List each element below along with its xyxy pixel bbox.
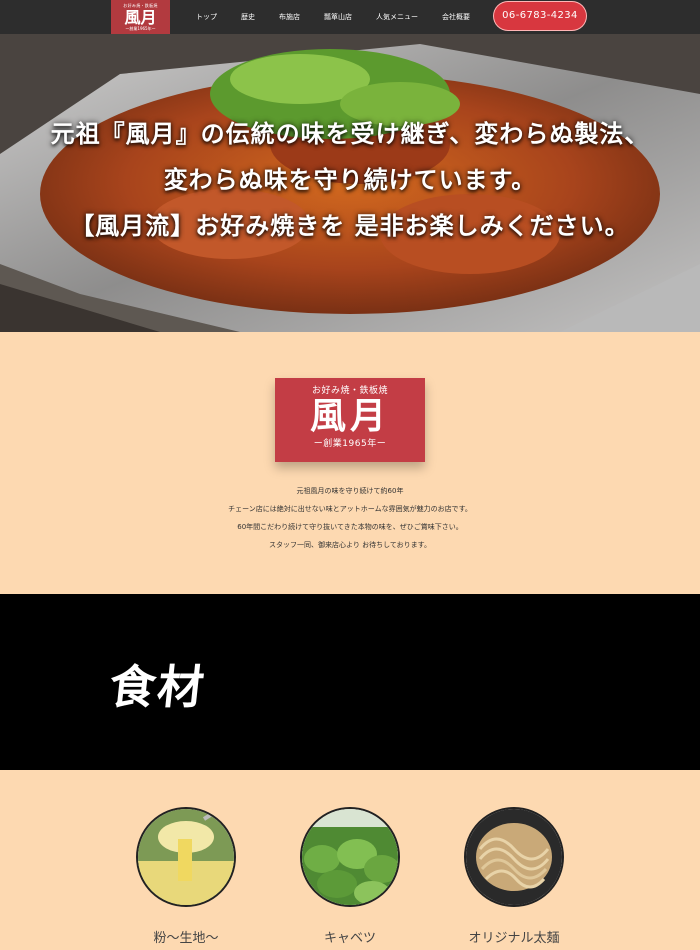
ingredient-item[interactable]: オリジナル太麺 (462, 807, 566, 946)
nav-item-popular-menu[interactable]: 人気メニュー (376, 0, 418, 34)
top-nav: お好み焼・鉄板焼 風月 ー創業1965年ー トップ 歴史 布施店 瓢箪山店 人気… (0, 0, 700, 34)
nav-item-hyotanyama-store[interactable]: 瓢箪山店 (324, 0, 352, 34)
hero-headline-3: 【風月流】お好み焼きを 是非お楽しみください。 (70, 212, 630, 240)
ingredient-label: オリジナル太麺 (468, 931, 560, 946)
section-title: 食材 (106, 660, 209, 714)
nav-logo-sub: ー創業1965年ー (125, 26, 156, 31)
section-band: 食材 (0, 594, 700, 770)
intro-section: お好み焼・鉄板焼 風月 ー創業1965年ー 元祖風月の味を守り続けて約60年 チ… (0, 332, 700, 594)
ingredient-label: 粉〜生地〜 (153, 931, 219, 946)
noodles-image (464, 807, 564, 907)
ingredient-item[interactable]: 粉〜生地〜 (134, 807, 238, 946)
ingredient-item[interactable]: キャベツ (298, 807, 402, 946)
hero-headline-1: 元祖『風月』の伝統の味を受け継ぎ、変わらぬ製法、 (50, 120, 650, 148)
ingredients-section: 粉〜生地〜 キャベツ オリジナル太麺 (0, 770, 700, 950)
intro-paragraph: 元祖風月の味を守り続けて約60年 (296, 487, 404, 495)
nav-item-fuse-store[interactable]: 布施店 (279, 0, 300, 34)
cabbage-image (300, 807, 400, 907)
intro-text: 元祖風月の味を守り続けて約60年 チェーン店には絶対に出せない味とアットホームな… (0, 482, 700, 554)
nav-item-company[interactable]: 会社概要 (442, 0, 470, 34)
nav-item-top[interactable]: トップ (196, 0, 217, 34)
intro-paragraph: チェーン店には絶対に出せない味とアットホームな雰囲気が魅力のお店です。 (228, 505, 472, 513)
batter-image (136, 807, 236, 907)
brand-logo-sub: ー創業1965年ー (313, 439, 387, 449)
nav-item-history[interactable]: 歴史 (241, 0, 255, 34)
hero-banner: 元祖『風月』の伝統の味を受け継ぎ、変わらぬ製法、 変わらぬ味を守り続けています。… (0, 34, 700, 332)
brand-logo: お好み焼・鉄板焼 風月 ー創業1965年ー (275, 378, 425, 462)
ingredient-label: キャベツ (323, 931, 376, 946)
phone-button[interactable]: 06-6783-4234 (494, 2, 586, 30)
intro-paragraph: スタッフ一同、御来店心より お待ちしております。 (269, 541, 431, 549)
hero-headline-2: 変わらぬ味を守り続けています。 (163, 166, 537, 194)
brand-logo-name: 風月 (309, 395, 390, 437)
nav-logo-name: 風月 (124, 8, 157, 27)
nav-logo[interactable]: お好み焼・鉄板焼 風月 ー創業1965年ー (111, 0, 170, 34)
intro-paragraph: 60年間こだわり続けて守り抜いてきた本物の味を、ぜひご賞味下さい。 (237, 523, 463, 531)
